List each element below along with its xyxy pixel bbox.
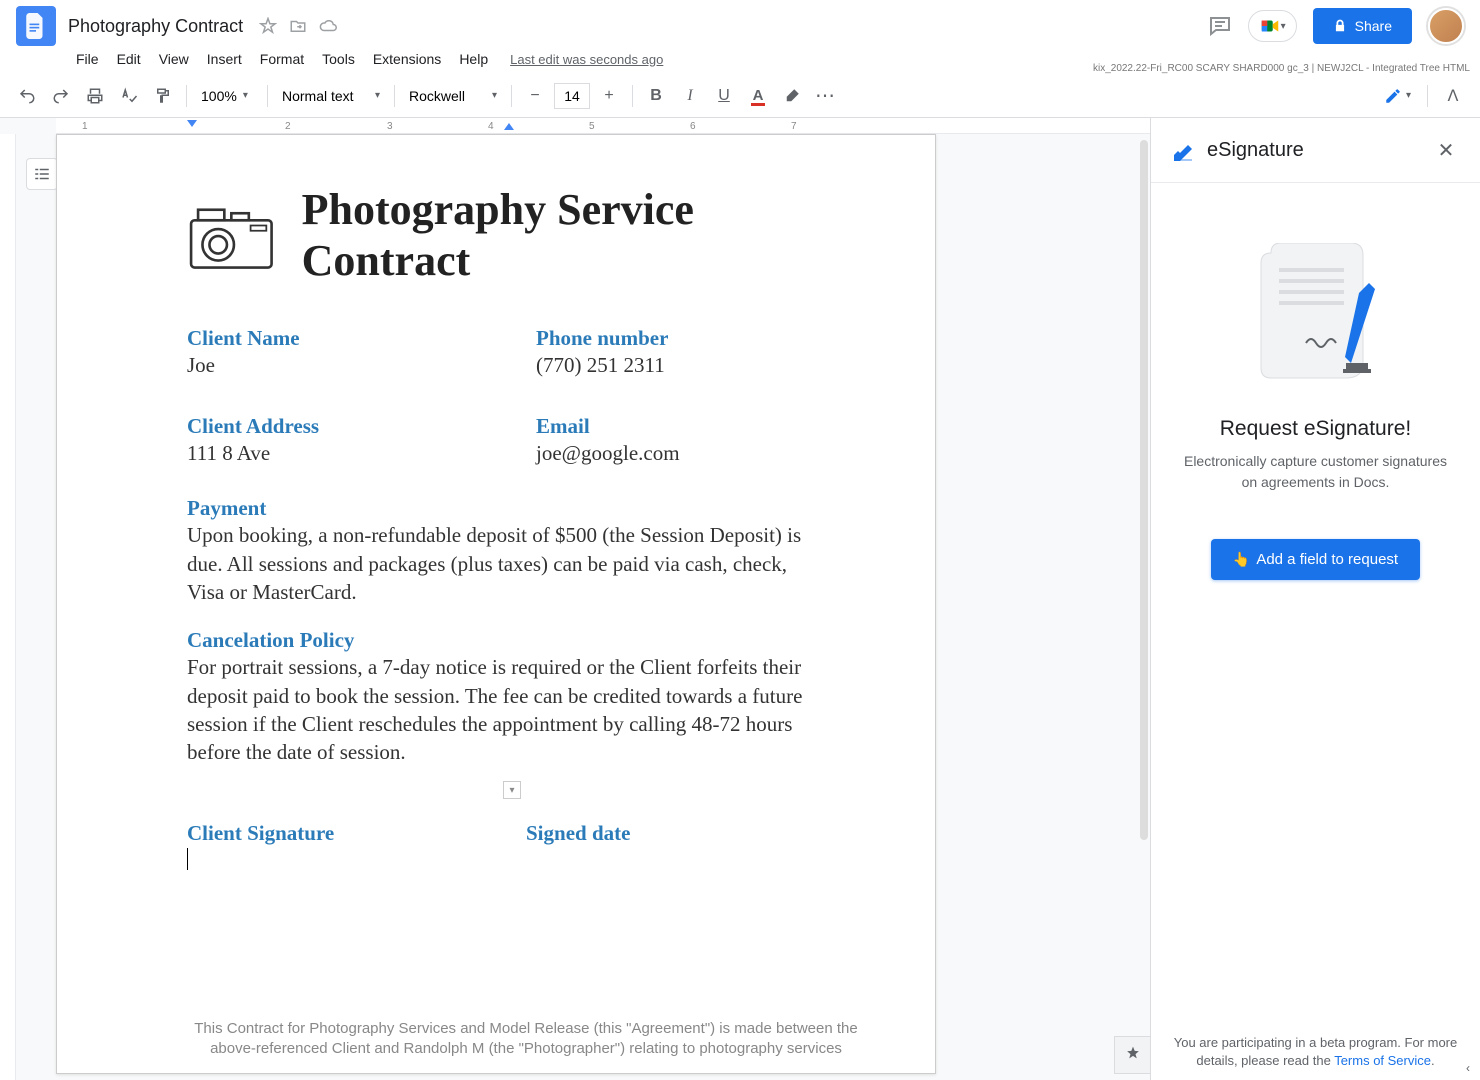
payment-body: Upon booking, a non-refundable deposit o… (187, 521, 827, 606)
decrease-font-button[interactable]: − (520, 81, 550, 111)
cloud-status-icon[interactable] (319, 17, 337, 35)
address-label: Client Address (187, 414, 516, 439)
first-line-indent-marker[interactable] (187, 120, 197, 130)
ruler-tick: 6 (690, 118, 696, 134)
undo-button[interactable] (12, 81, 42, 111)
font-family-select[interactable]: Rockwell▾ (403, 84, 503, 108)
paragraph-style-select[interactable]: Normal text▾ (276, 84, 386, 108)
menu-insert[interactable]: Insert (199, 47, 250, 71)
menu-view[interactable]: View (151, 47, 197, 71)
add-field-button[interactable]: 👆Add a field to request (1211, 539, 1420, 580)
menu-extensions[interactable]: Extensions (365, 47, 449, 71)
editor-pane: 1 2 3 4 5 6 7 (0, 118, 1150, 1080)
ruler-tick: 1 (82, 118, 88, 134)
ruler-tick: 4 (488, 118, 494, 134)
menu-format[interactable]: Format (252, 47, 312, 71)
email-label: Email (536, 414, 865, 439)
menu-tools[interactable]: Tools (314, 47, 363, 71)
menu-edit[interactable]: Edit (109, 47, 149, 71)
chevron-down-icon: ▾ (243, 90, 248, 101)
text-cursor (187, 848, 188, 870)
print-button[interactable] (80, 81, 110, 111)
chevron-down-icon: ▾ (492, 90, 497, 101)
more-tools-button[interactable]: ⋯ (811, 81, 841, 111)
vertical-scrollbar[interactable] (1140, 140, 1148, 840)
close-panel-button[interactable]: ✕ (1432, 136, 1460, 164)
star-icon[interactable] (259, 17, 277, 35)
editing-mode-button[interactable]: ▾ (1378, 83, 1417, 109)
cancel-body: For portrait sessions, a 7-day notice is… (187, 653, 827, 766)
signed-date-label: Signed date (526, 821, 865, 846)
debug-build-info: kix_2022.22-Fri_RC00 SCARY SHARD000 gc_3… (1093, 63, 1470, 74)
chevron-down-icon: ▾ (1406, 90, 1411, 101)
move-icon[interactable] (289, 17, 307, 35)
camera-icon (187, 201, 276, 271)
right-indent-marker[interactable] (504, 120, 514, 130)
email-value: joe@google.com (536, 441, 865, 466)
panel-heading: Request eSignature! (1220, 417, 1411, 441)
collapse-toolbar-button[interactable]: ᐱ (1438, 81, 1468, 111)
meet-button[interactable]: ▾ (1248, 10, 1297, 42)
terms-link[interactable]: Terms of Service (1334, 1053, 1431, 1068)
ruler-tick: 2 (285, 118, 291, 134)
italic-button[interactable]: I (675, 81, 705, 111)
paint-format-button[interactable] (148, 81, 178, 111)
redo-button[interactable] (46, 81, 76, 111)
chevron-down-icon: ▾ (1281, 21, 1286, 32)
title-bar: Photography Contract ▾ Share (0, 0, 1480, 44)
document-title[interactable]: Photography Contract (68, 16, 243, 37)
last-edit-link[interactable]: Last edit was seconds ago (510, 52, 663, 67)
share-button[interactable]: Share (1313, 8, 1412, 44)
document-footer: This Contract for Photography Services a… (187, 1019, 865, 1060)
client-name-label: Client Name (187, 326, 516, 351)
font-size-input[interactable]: 14 (554, 83, 590, 109)
panel-subtitle: Electronically capture customer signatur… (1181, 451, 1450, 493)
workspace: 1 2 3 4 5 6 7 (0, 118, 1480, 1080)
address-value: 111 8 Ave (187, 441, 516, 466)
horizontal-ruler[interactable]: 1 2 3 4 5 6 7 (56, 118, 1150, 134)
panel-title: eSignature (1207, 139, 1304, 162)
document-page[interactable]: Photography Service Contract Client Name… (56, 134, 936, 1074)
esignature-icon (1171, 138, 1195, 162)
account-avatar[interactable] (1428, 8, 1464, 44)
signature-label: Client Signature (187, 821, 526, 846)
comment-history-icon[interactable] (1208, 14, 1232, 38)
document-icon (26, 13, 46, 39)
payment-label: Payment (187, 496, 865, 521)
menu-file[interactable]: File (68, 47, 107, 71)
zoom-select[interactable]: 100%▾ (195, 84, 259, 108)
increase-font-button[interactable]: + (594, 81, 624, 111)
menu-help[interactable]: Help (451, 47, 496, 71)
underline-button[interactable]: U (709, 81, 739, 111)
meet-icon (1259, 15, 1281, 37)
document-heading: Photography Service Contract (302, 185, 865, 286)
client-name-value: Joe (187, 353, 516, 378)
phone-value: (770) 251 2311 (536, 353, 865, 378)
hand-cursor-icon: 👆 (1233, 551, 1250, 568)
toolbar: 100%▾ Normal text▾ Rockwell▾ − 14 + B I … (0, 74, 1480, 118)
bold-button[interactable]: B (641, 81, 671, 111)
chevron-down-icon: ▾ (375, 90, 380, 101)
ruler-tick: 3 (387, 118, 393, 134)
vertical-ruler[interactable] (0, 134, 16, 1080)
outline-toggle-button[interactable] (26, 158, 58, 190)
esignature-illustration (1251, 243, 1381, 393)
ruler-tick: 5 (589, 118, 595, 134)
ruler-tick: 7 (791, 118, 797, 134)
cancel-label: Cancelation Policy (187, 628, 865, 653)
highlight-button[interactable] (777, 81, 807, 111)
lock-icon (1333, 19, 1347, 33)
pencil-icon (1384, 87, 1402, 105)
spellcheck-button[interactable] (114, 81, 144, 111)
panel-expand-button[interactable]: ‹ (1460, 1060, 1476, 1076)
share-label: Share (1355, 18, 1392, 34)
insert-field-marker[interactable]: ▾ (503, 781, 521, 799)
text-color-button[interactable]: A (743, 81, 773, 111)
esignature-panel: eSignature ✕ Request eSignature! Ele (1150, 118, 1480, 1080)
explore-button[interactable] (1114, 1036, 1150, 1074)
docs-logo-icon[interactable] (16, 6, 56, 46)
beta-notice: You are participating in a beta program.… (1171, 1034, 1460, 1070)
phone-label: Phone number (536, 326, 865, 351)
